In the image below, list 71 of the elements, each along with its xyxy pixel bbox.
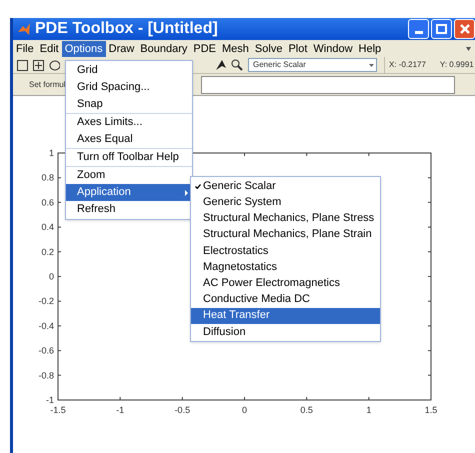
pointer-tool-button[interactable]: [214, 58, 228, 72]
window-title: PDE Toolbox - [Untitled]: [35, 21, 218, 37]
y-tick-label: 0.2: [41, 246, 54, 257]
y-tick-label: 0.6: [41, 197, 54, 208]
formula-field[interactable]: [201, 76, 455, 94]
y-tick-label: -0.4: [38, 320, 54, 331]
maximize-icon: [436, 24, 447, 34]
menu-option[interactable]: Electrostatics: [191, 242, 380, 259]
ellipse-tool-button[interactable]: [47, 58, 61, 72]
menu-item[interactable]: Edit: [36, 40, 62, 56]
menu-item[interactable]: Options: [62, 40, 106, 56]
rectangle-icon: [16, 60, 28, 70]
menu-item[interactable]: Help: [356, 40, 384, 56]
menu-item[interactable]: Boundary: [137, 40, 190, 56]
menu-option[interactable]: Turn off Toolbar Help: [66, 149, 192, 166]
formula-label: Set formul: [29, 78, 66, 90]
x-tick-label: 0: [242, 405, 247, 415]
dropdown-arrow-icon: [369, 64, 374, 66]
menu-option[interactable]: Diffusion: [191, 324, 380, 340]
menu-option[interactable]: Grid: [66, 62, 192, 79]
menu-item[interactable]: Window: [310, 40, 356, 56]
x-coordinate-reading: X: -0.2177: [389, 59, 426, 71]
menu-option[interactable]: Snap: [66, 96, 192, 113]
menu-option[interactable]: Refresh: [66, 201, 192, 218]
minimize-button[interactable]: [408, 19, 429, 39]
y-tick-label: 0.4: [41, 222, 54, 232]
menu-item[interactable]: Solve: [252, 40, 286, 56]
menu-option[interactable]: Magnetostatics: [191, 258, 380, 276]
menu-option[interactable]: Heat Transfer: [191, 308, 380, 324]
menu-option[interactable]: Axes Limits...: [66, 114, 192, 131]
close-button[interactable]: [454, 19, 475, 39]
x-tick-label: 1.5: [424, 405, 438, 415]
magnifier-icon: [231, 59, 243, 71]
y-tick-label: 1: [48, 148, 54, 158]
menu-option[interactable]: Generic System: [191, 194, 380, 210]
y-coordinate-reading: Y: 0.9991: [440, 59, 474, 71]
x-tick-label: -1: [116, 405, 124, 415]
menu-option[interactable]: Conductive Media DC: [191, 291, 380, 308]
menu-option[interactable]: Zoom: [66, 167, 192, 184]
rectangle-tool-button[interactable]: [15, 58, 29, 72]
menu-option[interactable]: Generic Scalar: [191, 178, 380, 194]
menu-option[interactable]: AC Power Electromagnetics: [191, 275, 380, 292]
menu-item[interactable]: Mesh: [219, 40, 252, 56]
centered-rectangle-tool-button[interactable]: [31, 58, 45, 72]
maximize-button[interactable]: [431, 19, 452, 39]
menu-option[interactable]: Grid Spacing...: [66, 79, 192, 96]
minimize-icon: [414, 31, 422, 34]
x-tick-label: 0.5: [300, 405, 313, 415]
menu-item[interactable]: PDE: [190, 40, 220, 56]
y-tick-label: 0: [48, 272, 54, 282]
x-tick-label: 1: [366, 405, 372, 415]
centered-rectangle-icon: [32, 60, 44, 70]
menu-option[interactable]: Axes Equal: [66, 131, 192, 148]
close-icon: [460, 24, 470, 34]
arrow-icon: [215, 59, 227, 71]
chevron-icon[interactable]: [466, 46, 471, 50]
menu-option[interactable]: Structural Mechanics, Plane Strain: [191, 226, 380, 243]
y-tick-label: 0.8: [41, 172, 54, 183]
menu-item[interactable]: File: [13, 40, 37, 56]
x-tick-label: -1.5: [50, 405, 66, 415]
menu-option[interactable]: Application: [66, 184, 192, 201]
application-dropdown[interactable]: Generic Scalar: [248, 58, 377, 72]
menu-item[interactable]: Plot: [285, 40, 310, 56]
y-tick-label: -0.8: [38, 370, 54, 380]
y-tick-label: -1: [46, 395, 54, 405]
y-tick-label: -0.6: [38, 346, 54, 356]
menu-item[interactable]: Draw: [106, 40, 138, 56]
menu-option[interactable]: Structural Mechanics, Plane Stress: [191, 210, 380, 227]
x-tick-label: -0.5: [174, 405, 190, 415]
y-tick-label: -0.2: [38, 296, 54, 306]
zoom-button[interactable]: [230, 58, 244, 72]
